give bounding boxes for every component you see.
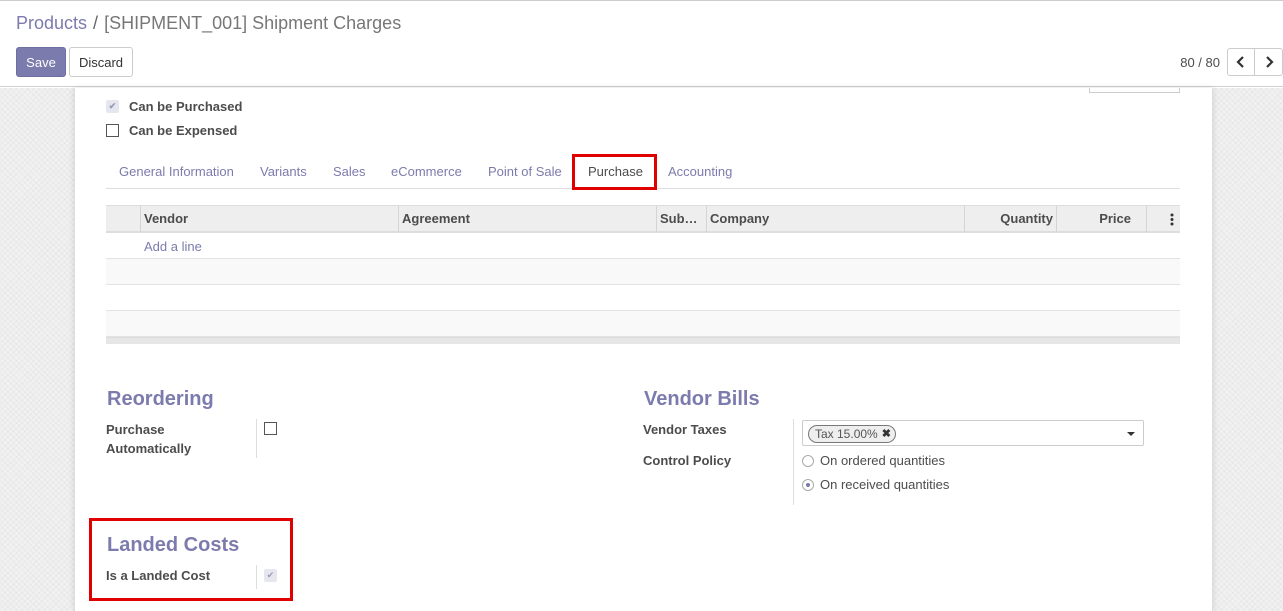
tab-variants[interactable]: Variants <box>260 155 307 189</box>
can-be-expensed-label: Can be Expensed <box>129 123 238 138</box>
breadcrumb-products-link[interactable]: Products <box>16 13 87 33</box>
reordering-title: Reordering <box>107 388 214 410</box>
control-policy-option-received[interactable]: On received quantities <box>802 477 949 492</box>
save-button[interactable]: Save <box>16 47 66 77</box>
sheet-top-field-stub <box>1089 88 1180 93</box>
vendor-table-header: Vendor Agreement Sub… Company Quantity P… <box>106 205 1180 233</box>
column-divider <box>1146 206 1147 232</box>
column-divider <box>706 206 707 232</box>
tab-ecommerce[interactable]: eCommerce <box>391 155 462 189</box>
column-agreement[interactable]: Agreement <box>402 206 652 232</box>
table-footer <box>106 337 1180 344</box>
can-be-purchased-checkbox[interactable]: ✔ <box>106 100 119 113</box>
can-be-expensed-row: Can be Expensed <box>106 123 237 138</box>
discard-button[interactable]: Discard <box>69 47 133 77</box>
tab-accounting[interactable]: Accounting <box>668 155 732 189</box>
table-row <box>106 285 1180 311</box>
control-panel: Products / [SHIPMENT_001] Shipment Charges… <box>0 0 1283 87</box>
breadcrumb: Products / [SHIPMENT_001] Shipment Charges <box>16 13 401 34</box>
column-divider <box>964 206 965 232</box>
table-row <box>106 311 1180 337</box>
control-policy-label: Control Policy <box>643 453 732 468</box>
tax-tag-label: Tax 15.00% <box>815 427 878 441</box>
column-divider <box>656 206 657 232</box>
chevron-left-icon <box>1236 56 1244 68</box>
column-divider <box>398 206 399 232</box>
vendor-taxes-field[interactable]: Tax 15.00% ✖ <box>802 420 1144 446</box>
radio-ordered-label[interactable]: On ordered quantities <box>820 453 945 468</box>
column-price[interactable]: Price <box>1060 206 1131 232</box>
column-divider <box>1056 206 1057 232</box>
purchase-automatically-checkbox[interactable] <box>264 422 277 435</box>
tab-general-information[interactable]: General Information <box>119 155 234 189</box>
breadcrumb-current: [SHIPMENT_001] Shipment Charges <box>104 13 402 33</box>
add-a-line-link[interactable]: Add a line <box>144 239 202 254</box>
vendor-taxes-label: Vendor Taxes <box>643 422 727 437</box>
can-be-purchased-row: ✔ Can be Purchased <box>106 99 242 114</box>
tab-point-of-sale[interactable]: Point of Sale <box>488 155 562 189</box>
dropdown-caret-icon[interactable] <box>1127 432 1135 436</box>
control-policy-option-ordered[interactable]: On ordered quantities <box>802 453 945 468</box>
radio-received-quantities[interactable] <box>802 478 814 491</box>
tax-tag: Tax 15.00% ✖ <box>808 425 896 443</box>
vendor-bills-title: Vendor Bills <box>644 388 760 410</box>
can-be-purchased-label: Can be Purchased <box>129 99 243 114</box>
radio-ordered-quantities[interactable] <box>802 454 814 467</box>
chevron-right-icon <box>1265 56 1274 68</box>
pager-next-button[interactable] <box>1255 48 1283 76</box>
column-subcontractor[interactable]: Sub… <box>660 206 704 232</box>
optional-columns-icon[interactable] <box>1170 213 1174 226</box>
table-row <box>106 259 1180 285</box>
breadcrumb-separator: / <box>93 13 99 33</box>
field-separator <box>256 419 257 458</box>
radio-received-label[interactable]: On received quantities <box>820 477 949 492</box>
pager-value[interactable]: 80 / 80 <box>1180 55 1220 70</box>
landed-costs-highlight <box>89 518 293 601</box>
remove-tag-icon[interactable]: ✖ <box>882 426 891 442</box>
column-quantity[interactable]: Quantity <box>968 206 1053 232</box>
purchase-tab-highlight <box>572 154 657 190</box>
column-company[interactable]: Company <box>710 206 960 232</box>
purchase-automatically-label: Purchase Automatically <box>106 422 192 456</box>
field-separator <box>793 419 794 505</box>
table-row: Add a line <box>106 233 1180 259</box>
tab-sales[interactable]: Sales <box>333 155 366 189</box>
column-vendor[interactable]: Vendor <box>144 206 394 232</box>
can-be-expensed-checkbox[interactable] <box>106 124 119 137</box>
pager-previous-button[interactable] <box>1227 48 1255 76</box>
column-divider <box>140 206 141 232</box>
